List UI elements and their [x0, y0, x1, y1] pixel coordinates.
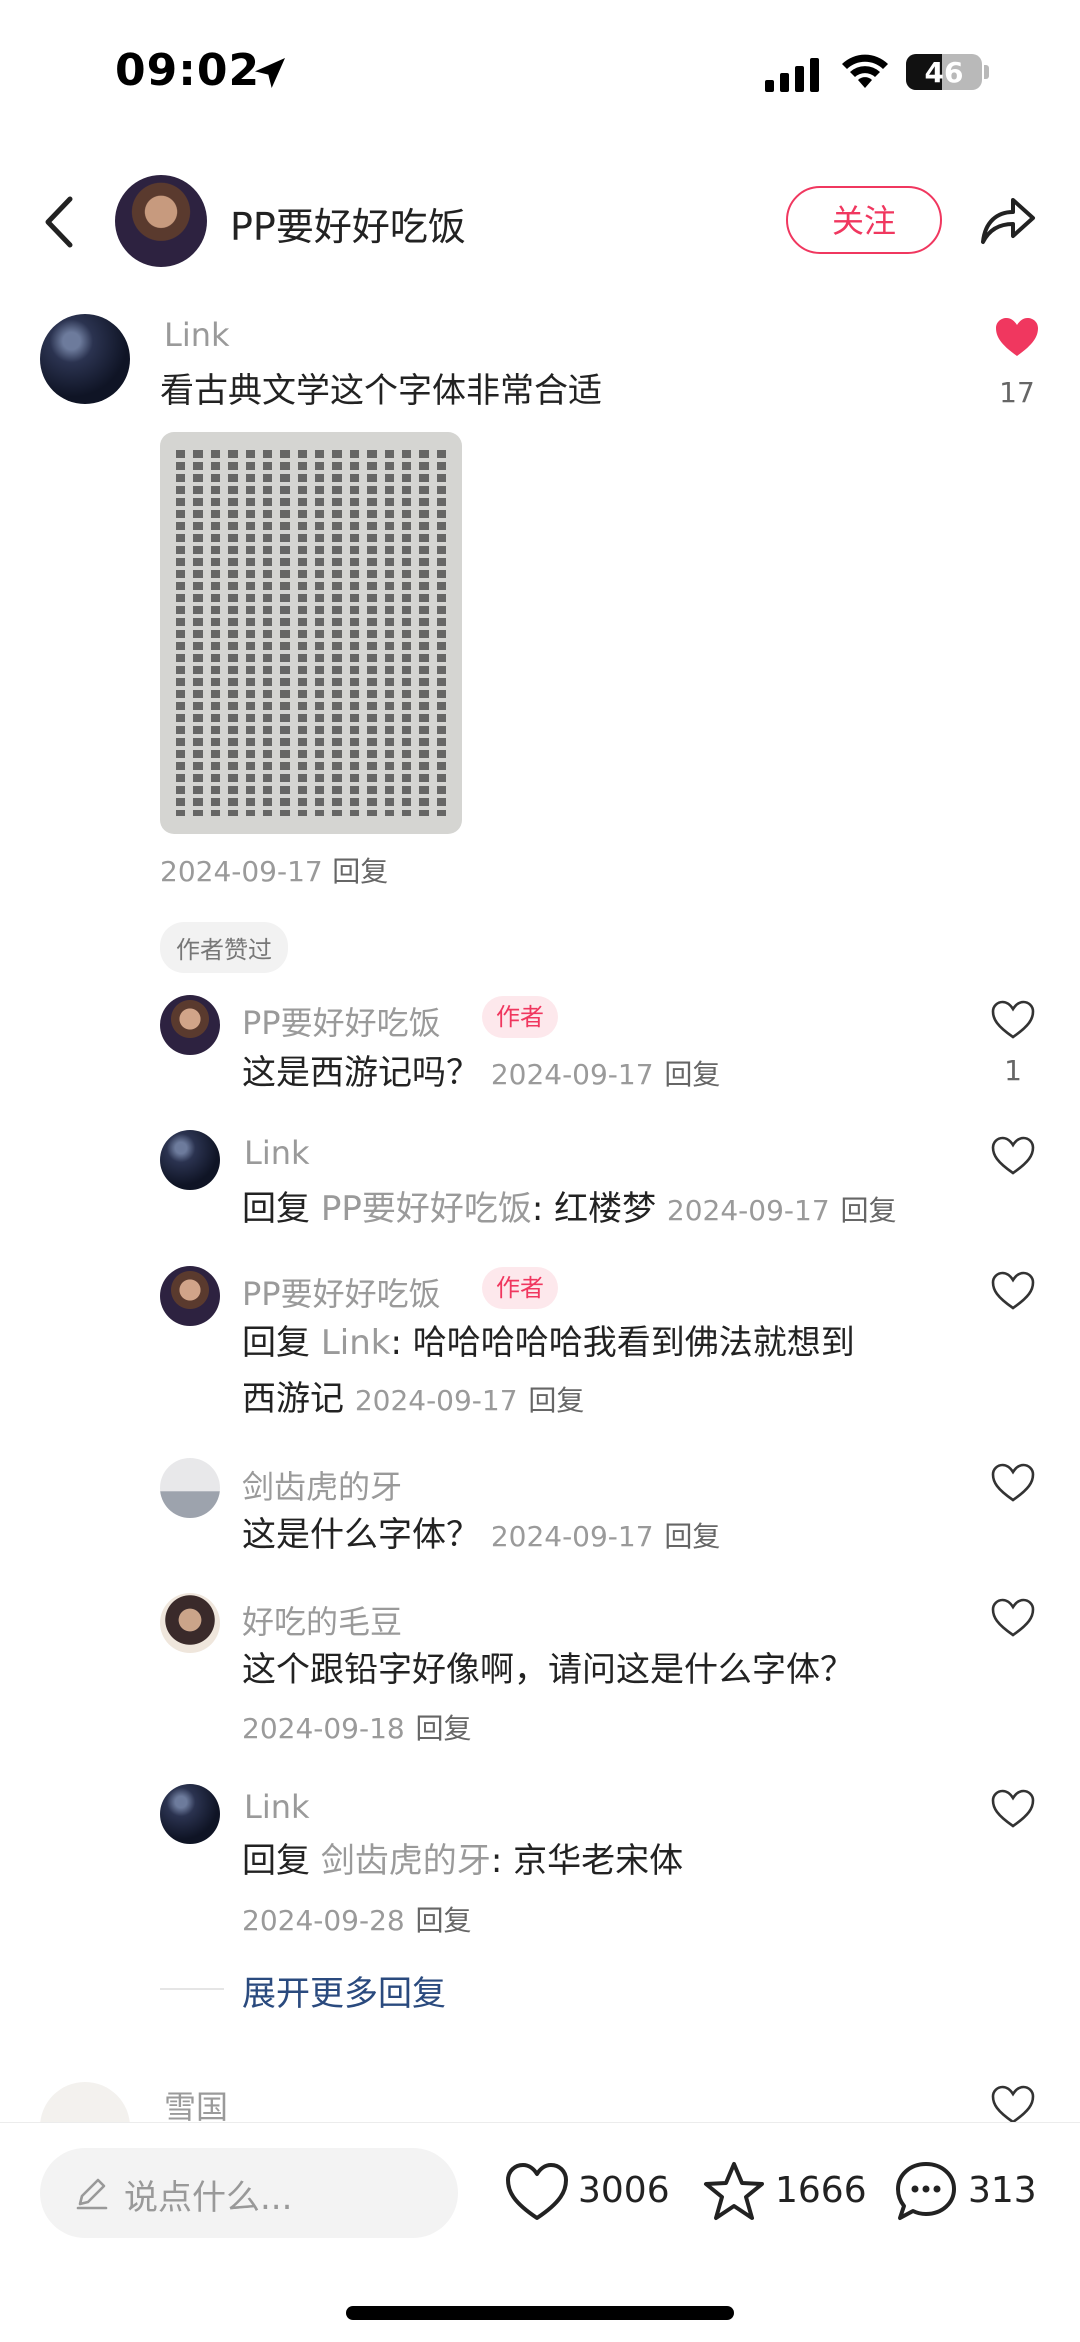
heart-outline-icon[interactable]: [990, 1462, 1036, 1504]
comment-username[interactable]: Link: [164, 316, 230, 354]
reply-content[interactable]: 红楼梦: [554, 1189, 656, 1229]
share-icon[interactable]: [975, 188, 1039, 252]
reply-link[interactable]: 回复: [416, 1904, 472, 1937]
reply-link[interactable]: 回复: [528, 1384, 584, 1417]
avatar[interactable]: [160, 1266, 220, 1326]
comment-meta: 2024-09-17 回复: [160, 850, 388, 890]
reply-content[interactable]: 这是西游记吗？: [242, 1053, 480, 1093]
reply-link[interactable]: 回复: [664, 1520, 720, 1553]
heart-outline-icon[interactable]: [990, 1135, 1036, 1177]
like-count: 3006: [578, 2170, 670, 2211]
reply-content[interactable]: 哈哈哈哈哈我看到佛法就想到: [413, 1323, 855, 1363]
expand-divider: [160, 1988, 224, 1990]
reply-link[interactable]: 回复: [332, 855, 388, 888]
reply-meta: 2024-09-18 回复: [242, 1700, 472, 1756]
author-tag: 作者: [482, 996, 558, 1038]
reply-text: 这是西游记吗？ 2024-09-17 回复: [242, 1046, 720, 1102]
author-name[interactable]: PP要好好吃饭: [230, 196, 466, 251]
heart-outline-icon[interactable]: [503, 2158, 571, 2226]
author-liked-chip: 作者赞过: [160, 922, 288, 973]
reply-text-cont: 西游记 2024-09-17 回复: [242, 1372, 584, 1428]
reply-username[interactable]: 好吃的毛豆: [242, 1597, 402, 1643]
reply-username[interactable]: Link: [244, 1788, 310, 1826]
reply-mention[interactable]: PP要好好吃饭: [321, 1189, 532, 1229]
comment-text[interactable]: 看古典文学这个字体非常合适: [160, 364, 602, 418]
heart-outline-icon[interactable]: [990, 1788, 1036, 1830]
reply-prefix: 回复: [242, 1841, 310, 1881]
star-outline-icon[interactable]: [700, 2158, 768, 2226]
comment-bubble-icon[interactable]: [892, 2158, 960, 2226]
reply-date: 2024-09-28: [242, 1904, 405, 1937]
status-time: 09:02: [115, 45, 261, 96]
reply-link[interactable]: 回复: [840, 1194, 896, 1227]
reply-username[interactable]: PP要好好吃饭: [242, 998, 441, 1044]
reply-content[interactable]: 这是什么字体？: [242, 1515, 480, 1555]
reply-date: 2024-09-18: [242, 1712, 405, 1745]
reply-mention[interactable]: Link: [321, 1323, 391, 1363]
heart-outline-icon[interactable]: [990, 1270, 1036, 1312]
comment-image[interactable]: [160, 432, 462, 834]
home-indicator[interactable]: [346, 2306, 734, 2320]
heart-outline-icon[interactable]: [990, 2084, 1036, 2126]
reply-link[interactable]: 回复: [416, 1712, 472, 1745]
author-tag: 作者: [482, 1267, 558, 1309]
comment-input-placeholder[interactable]: 说点什么...: [124, 2170, 292, 2219]
reply-mention[interactable]: 剑齿虎的牙: [321, 1841, 491, 1881]
avatar[interactable]: [160, 1784, 220, 1844]
avatar[interactable]: [160, 995, 220, 1055]
like-count: 17: [999, 376, 1035, 409]
comment-date: 2024-09-17: [160, 855, 323, 888]
reply-meta: 2024-09-28 回复: [242, 1892, 472, 1948]
avatar[interactable]: [160, 1593, 220, 1653]
avatar[interactable]: [160, 1130, 220, 1190]
reply-text: 这是什么字体？ 2024-09-17 回复: [242, 1508, 720, 1564]
reply-content[interactable]: 西游记: [242, 1379, 344, 1419]
reply-username[interactable]: 剑齿虎的牙: [242, 1462, 402, 1508]
avatar[interactable]: [160, 1458, 220, 1518]
reply-date: 2024-09-17: [354, 1384, 518, 1417]
reply-text[interactable]: 这个跟铅字好像啊，请问这是什么字体？: [242, 1643, 854, 1697]
reply-prefix: 回复: [242, 1189, 310, 1229]
battery-nub: [984, 65, 989, 79]
location-arrow-icon: [255, 58, 285, 88]
cellular-signal-icon: [765, 58, 819, 92]
heart-outline-icon[interactable]: [990, 999, 1036, 1041]
reply-link[interactable]: 回复: [664, 1058, 720, 1091]
heart-outline-icon[interactable]: [990, 1597, 1036, 1639]
reply-text: 回复 Link: 哈哈哈哈哈我看到佛法就想到: [242, 1323, 855, 1363]
reply-date: 2024-09-17: [490, 1058, 654, 1091]
reply-text: 回复 剑齿虎的牙: 京华老宋体: [242, 1841, 684, 1881]
reply-text: 回复 PP要好好吃饭: 红楼梦 2024-09-17 回复: [242, 1189, 897, 1229]
like-count: 1: [1004, 1054, 1022, 1087]
back-icon[interactable]: [40, 195, 80, 249]
follow-button[interactable]: 关注: [786, 186, 942, 254]
battery-indicator: 46: [906, 54, 982, 90]
heart-filled-icon[interactable]: [994, 316, 1040, 358]
pencil-icon: [76, 2178, 108, 2210]
star-count: 1666: [775, 2170, 867, 2211]
wifi-icon: [842, 54, 888, 88]
expand-replies-button[interactable]: 展开更多回复: [242, 1966, 446, 2015]
reply-username[interactable]: PP要好好吃饭: [242, 1269, 441, 1315]
reply-date: 2024-09-17: [666, 1194, 830, 1227]
avatar[interactable]: [40, 314, 130, 404]
comment-count: 313: [968, 2170, 1037, 2211]
reply-date: 2024-09-17: [490, 1520, 654, 1553]
author-avatar[interactable]: [115, 175, 207, 267]
battery-level: 46: [924, 56, 964, 89]
reply-username[interactable]: Link: [244, 1134, 310, 1172]
reply-content[interactable]: 京华老宋体: [513, 1841, 683, 1881]
reply-prefix: 回复: [242, 1323, 310, 1363]
